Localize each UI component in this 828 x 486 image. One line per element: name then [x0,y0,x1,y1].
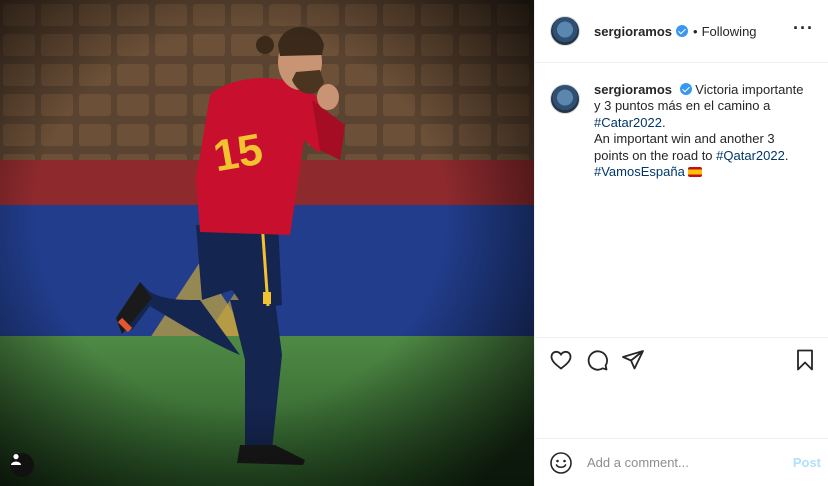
spain-flag-icon [688,167,703,178]
hashtag-catar2022[interactable]: #Catar2022 [594,115,662,130]
player-illustration: 15 [0,0,534,486]
hashtag-qatar2022[interactable]: #Qatar2022 [716,148,785,163]
caption-avatar[interactable] [550,84,580,114]
hashtag-vamosespana[interactable]: #VamosEspaña [594,164,685,179]
emoji-icon[interactable] [549,451,573,475]
post-caption: sergioramos Victoria importante y 3 punt… [550,82,820,180]
header-username[interactable]: sergioramos [594,24,672,39]
post-header: sergioramos • Following ··· [535,0,828,63]
bookmark-icon[interactable] [793,348,817,372]
user-icon [11,454,21,465]
post-comment-button[interactable]: Post [793,455,821,470]
comment-icon[interactable] [585,348,609,372]
avatar[interactable] [550,16,580,46]
comment-bar: Post [535,438,828,486]
caption-body: sergioramos Victoria importante y 3 punt… [594,82,804,180]
verified-badge-icon [676,25,689,37]
separator-dot: • [693,23,698,39]
caption-text-end: . [784,147,789,163]
post-actions [535,337,828,381]
post-photo[interactable]: 15 [0,0,534,486]
caption-username[interactable]: sergioramos [594,82,672,97]
verified-badge-icon [679,83,692,95]
comment-input[interactable] [587,455,793,470]
tagged-users-button[interactable] [10,453,34,477]
share-icon[interactable] [621,348,645,372]
post-side-panel: sergioramos • Following ··· sergioramos … [534,0,828,486]
following-button[interactable]: Following [702,24,757,39]
more-horizontal-icon[interactable]: ··· [793,19,814,39]
heart-icon[interactable] [549,348,573,372]
